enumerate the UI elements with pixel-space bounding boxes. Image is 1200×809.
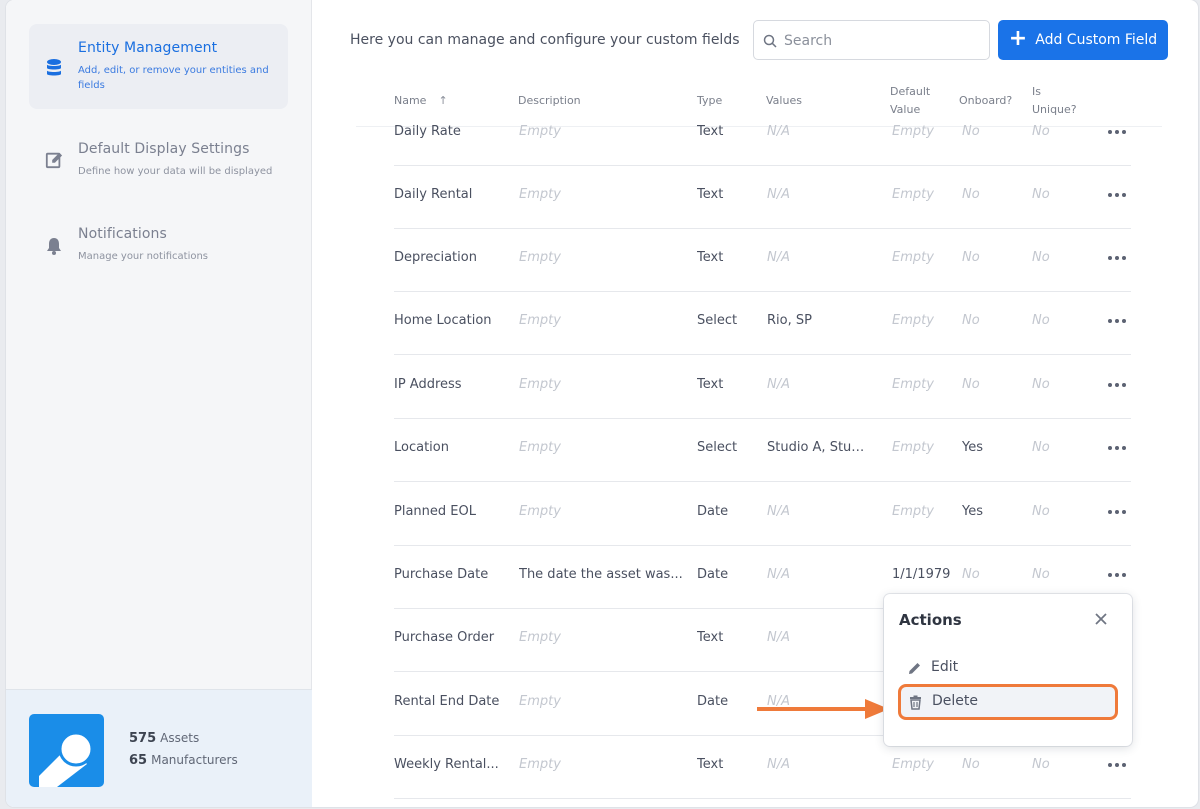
search-icon (763, 34, 777, 48)
sidebar-item-notifications[interactable]: Notifications Manage your notifications (29, 210, 288, 280)
table-row[interactable]: Location Empty Select Studio A, Studi...… (394, 419, 1131, 482)
plus-icon: + (1008, 26, 1028, 51)
more-actions-icon[interactable] (1108, 376, 1126, 394)
edit-square-icon (45, 152, 63, 169)
app-window: Entity Management Add, edit, or remove y… (6, 0, 1198, 807)
assets-count: 575 (129, 731, 157, 746)
manufacturers-label: Manufacturers (151, 753, 238, 767)
table-row[interactable]: Depreciation Empty Text N/A Empty No No (394, 229, 1131, 292)
table-row[interactable]: Daily Rental Empty Text N/A Empty No No (394, 166, 1131, 229)
more-actions-icon[interactable] (1108, 566, 1126, 584)
edit-action-label: Edit (931, 659, 959, 675)
more-actions-icon[interactable] (1108, 123, 1126, 141)
delete-action[interactable]: Delete (898, 684, 1118, 720)
more-actions-icon[interactable] (1108, 186, 1126, 204)
database-icon (47, 59, 61, 76)
popover-title: Actions (899, 611, 962, 629)
edit-action[interactable]: Edit (898, 651, 1118, 687)
table-row[interactable]: Planned EOL Empty Date N/A Empty Yes No (394, 483, 1131, 546)
assets-stat: 575 Assets (129, 731, 199, 746)
delete-action-label: Delete (932, 693, 978, 709)
trash-icon (910, 695, 921, 710)
table-row[interactable]: Home Location Empty Select Rio, SP Empty… (394, 292, 1131, 355)
more-actions-icon[interactable] (1108, 503, 1126, 521)
search-box[interactable] (753, 20, 990, 60)
assets-label: Assets (160, 731, 200, 745)
add-custom-field-button[interactable]: + Add Custom Field (998, 20, 1168, 60)
sidebar-item-title: Default Display Settings (78, 141, 250, 157)
search-input[interactable] (784, 30, 979, 52)
main-content: Here you can manage and configure your c… (312, 0, 1198, 807)
more-actions-icon[interactable] (1108, 249, 1126, 267)
manufacturers-count: 65 (129, 753, 148, 768)
sidebar-item-entity-management[interactable]: Entity Management Add, edit, or remove y… (29, 24, 288, 109)
more-actions-icon[interactable] (1108, 756, 1126, 774)
company-logo (29, 714, 104, 787)
sidebar-item-title: Notifications (78, 226, 167, 242)
sidebar-item-subtitle: Add, edit, or remove your entities and f… (78, 65, 269, 91)
more-actions-icon[interactable] (1108, 312, 1126, 330)
sidebar-item-default-display-settings[interactable]: Default Display Settings Define how your… (29, 125, 288, 195)
pencil-icon (909, 663, 920, 674)
add-custom-field-label: Add Custom Field (1035, 32, 1158, 48)
table-row[interactable]: IP Address Empty Text N/A Empty No No (394, 356, 1131, 419)
more-actions-icon[interactable] (1108, 439, 1126, 457)
actions-popover: Actions Edit Delete (884, 594, 1132, 746)
close-icon[interactable] (1093, 611, 1109, 627)
manufacturers-stat: 65 Manufacturers (129, 753, 238, 768)
sidebar-item-title: Entity Management (78, 40, 218, 56)
page-intro: Here you can manage and configure your c… (350, 32, 740, 48)
table-row[interactable]: Daily Rate Empty Text N/A Empty No No (394, 103, 1131, 166)
bell-icon (47, 238, 61, 255)
sidebar: Entity Management Add, edit, or remove y… (6, 0, 312, 807)
sidebar-item-subtitle: Define how your data will be displayed (78, 166, 273, 177)
sidebar-item-subtitle: Manage your notifications (78, 251, 209, 262)
stats-panel: 575 Assets 65 Manufacturers (6, 689, 312, 807)
